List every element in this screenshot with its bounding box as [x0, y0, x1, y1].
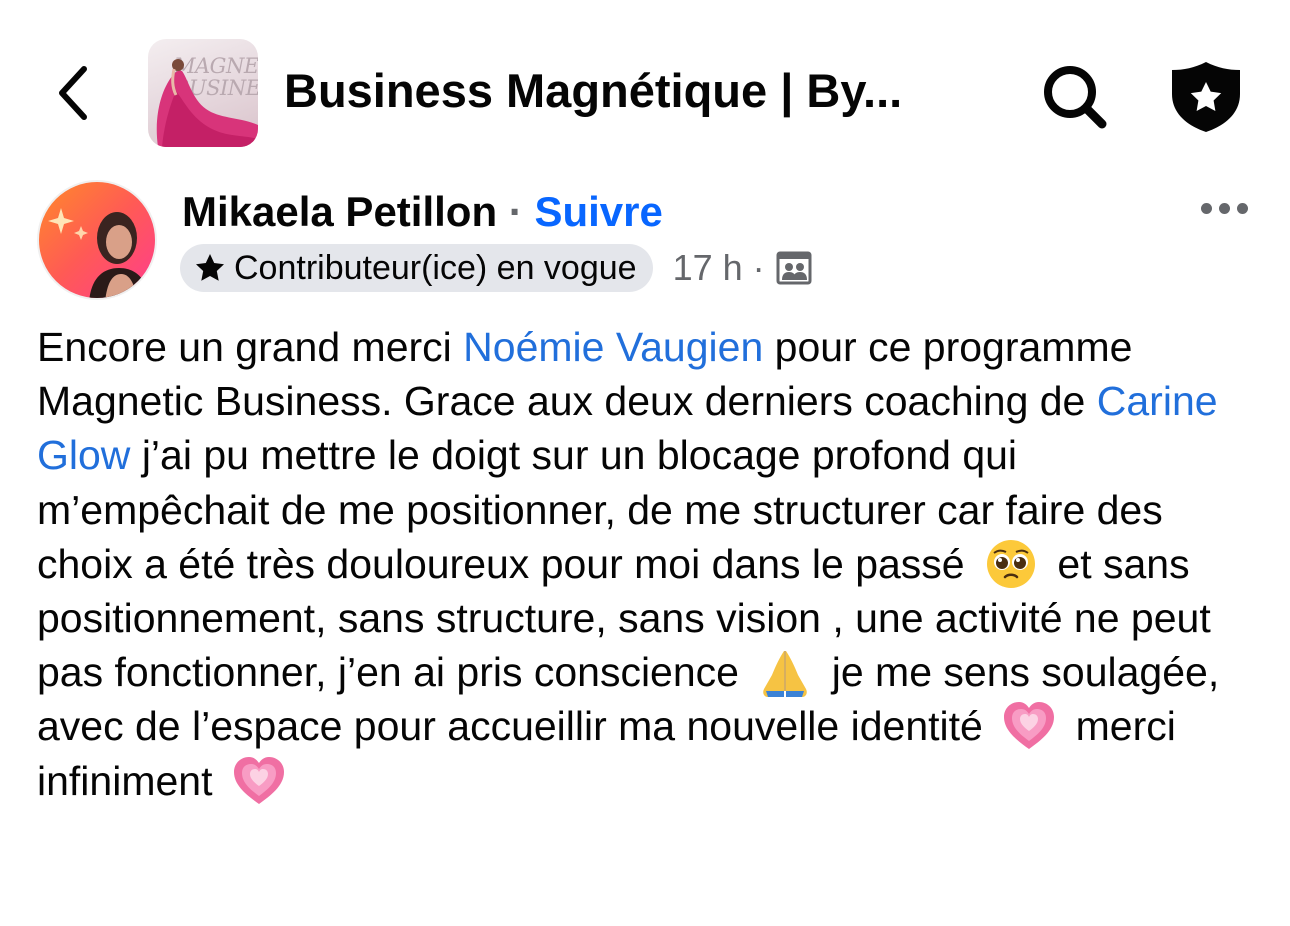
badge-label: Contributeur(ice) en vogue [234, 248, 637, 287]
back-button[interactable] [42, 58, 102, 128]
text-segment: Encore un grand merci [37, 324, 464, 370]
post-timestamp[interactable]: 17 h [673, 247, 743, 289]
star-icon [196, 254, 224, 281]
post-text: Encore un grand merci Noémie Vaugien pou… [37, 320, 1257, 808]
follow-button[interactable]: Suivre [534, 188, 662, 235]
post-meta: Contributeur(ice) en vogue 17 h · [180, 243, 813, 293]
group-audience-icon[interactable] [775, 249, 813, 287]
avatar-image [48, 208, 151, 298]
search-button[interactable] [1038, 60, 1110, 132]
thumbnail-figure-image [156, 59, 258, 147]
author-line: Mikaela Petillon · Suivre [182, 186, 663, 238]
growing-heart-emoji [230, 754, 288, 808]
separator: · [508, 188, 523, 235]
post-view: MAGNETIC BUSINESS Business Magnétique | … [0, 0, 1290, 926]
mention-noemie-vaugien[interactable]: Noémie Vaugien [463, 324, 763, 370]
top-bar: MAGNETIC BUSINESS Business Magnétique | … [0, 0, 1290, 170]
top-contributor-badge[interactable]: Contributeur(ice) en vogue [180, 244, 653, 292]
folded-hands-emoji [756, 645, 814, 699]
more-options-button[interactable] [1192, 190, 1256, 226]
author-name[interactable]: Mikaela Petillon [182, 188, 497, 235]
shield-star-icon [1172, 62, 1240, 132]
group-title[interactable]: Business Magnétique | By... [284, 62, 974, 120]
growing-heart-emoji [1000, 699, 1058, 753]
admin-shield-button[interactable] [1168, 58, 1244, 134]
search-icon [1044, 66, 1107, 129]
pleading-face-emoji [982, 537, 1040, 591]
more-horizontal-icon [1200, 202, 1212, 214]
meta-separator: · [752, 247, 765, 288]
group-thumbnail[interactable]: MAGNETIC BUSINESS [148, 39, 258, 147]
author-avatar[interactable] [37, 180, 157, 300]
chevron-left-icon [59, 66, 87, 120]
